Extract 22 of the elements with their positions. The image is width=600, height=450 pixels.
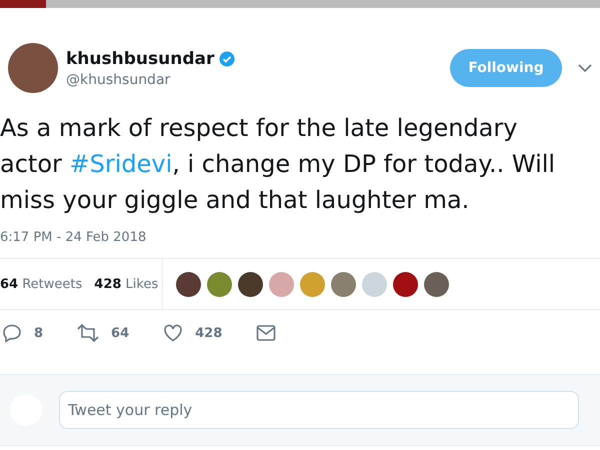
liker-avatar[interactable]: [393, 272, 418, 296]
hashtag-link[interactable]: #Sridevi: [70, 150, 172, 178]
retweet-icon[interactable]: [77, 323, 100, 343]
chevron-down-icon[interactable]: [578, 64, 592, 72]
action-count: 8: [34, 326, 44, 340]
reply-icon[interactable]: [2, 323, 22, 343]
envelope-icon[interactable]: [256, 324, 276, 342]
heart-icon[interactable]: [163, 323, 184, 343]
liker-avatar[interactable]: [176, 272, 201, 296]
avatar: [8, 43, 58, 93]
liker-avatar[interactable]: [238, 272, 263, 296]
tweet-text: As a mark of respect for the late legendary actor #Sridevi, i change my DP for today.. Will miss your giggle and that laughter ma.: [0, 113, 556, 216]
action-count: 428: [195, 326, 222, 340]
liker-avatar[interactable]: [424, 272, 449, 296]
timestamp[interactable]: 6:17 PM - 24 Feb 2018: [0, 230, 146, 245]
stat-link[interactable]: 428 Likes: [94, 276, 158, 292]
photo-placeholder: [0, 0, 46, 8]
stat-link[interactable]: 64 Retweets: [0, 276, 82, 292]
reply-field[interactable]: Tweet your reply: [59, 391, 579, 429]
author-name[interactable]: khushbusundar: [66, 48, 214, 68]
action-count: 64: [111, 326, 130, 340]
author-handle[interactable]: @khushsundar: [66, 72, 170, 88]
